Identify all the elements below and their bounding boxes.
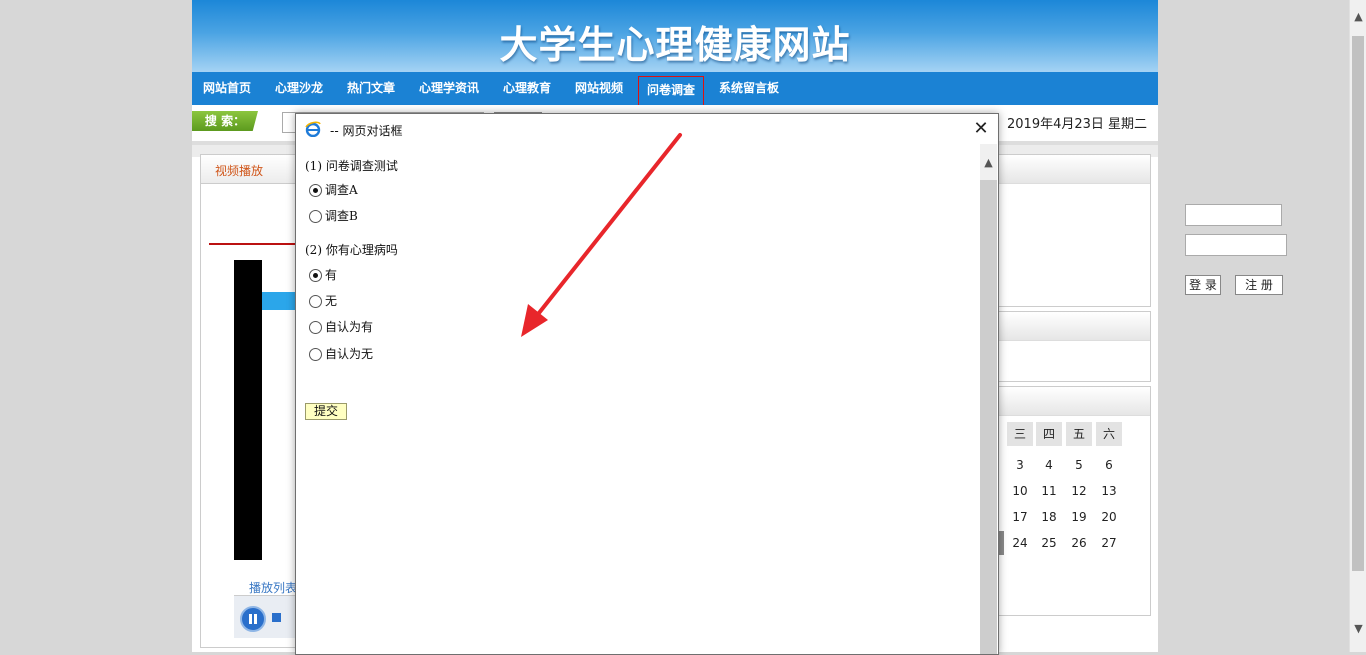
annotation-arrow-icon (521, 133, 682, 337)
